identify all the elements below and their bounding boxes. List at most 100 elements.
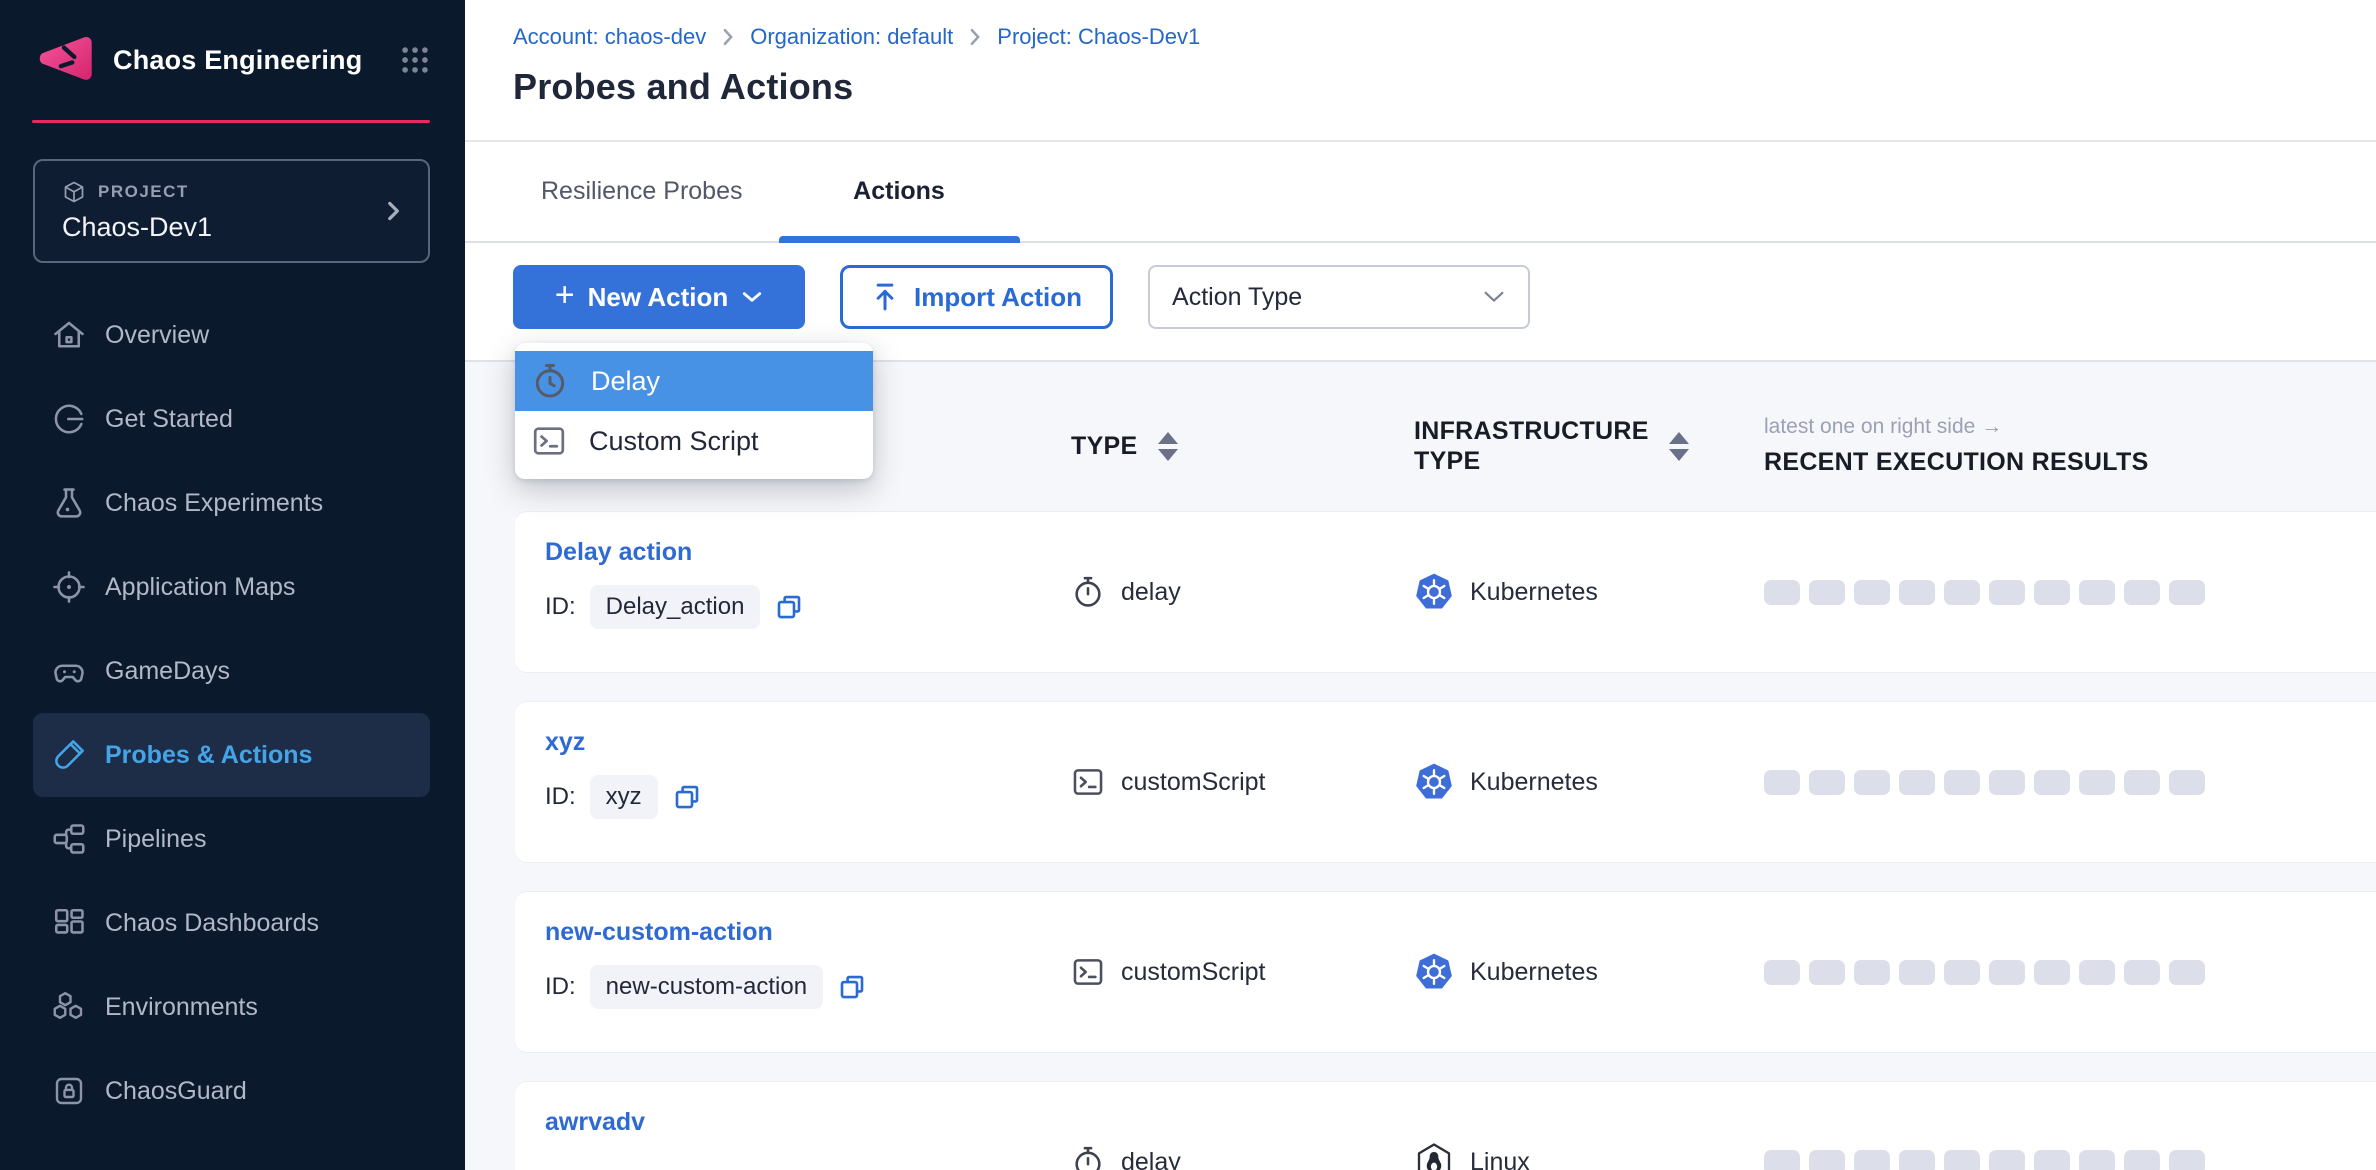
execution-placeholder-pill xyxy=(1764,960,1800,985)
infrastructure-cell: Linux xyxy=(1414,1142,1764,1170)
module-grid-icon[interactable] xyxy=(398,43,432,77)
execution-placeholder-pill xyxy=(2034,580,2070,605)
id-label: ID: xyxy=(545,593,576,621)
tab-actions[interactable]: Actions xyxy=(779,142,1020,241)
breadcrumb-organization[interactable]: Organization: default xyxy=(750,24,953,50)
sidebar-item-get-started[interactable]: Get Started xyxy=(0,377,465,461)
sidebar-item-label: Environments xyxy=(105,993,258,1022)
sidebar-item-label: Pipelines xyxy=(105,825,206,854)
execution-placeholder-pill xyxy=(2169,770,2205,795)
import-action-button[interactable]: Import Action xyxy=(840,265,1113,329)
chaos-engineering-logo-icon xyxy=(36,34,94,86)
action-type-select[interactable]: Action Type xyxy=(1148,265,1530,329)
sidebar-item-overview[interactable]: Overview xyxy=(0,293,465,377)
execution-placeholder-pill xyxy=(1809,770,1845,795)
action-type-cell: delay xyxy=(1071,575,1414,609)
execution-placeholder-pill xyxy=(1944,770,1980,795)
copy-icon[interactable] xyxy=(672,782,702,812)
column-header-infrastructure-type[interactable]: INFRASTRUCTURE TYPE xyxy=(1414,416,1764,476)
project-selector[interactable]: PROJECT Chaos-Dev1 xyxy=(33,159,430,263)
table-body: Delay action ID: Delay_action xyxy=(465,512,2376,1170)
action-type-cell: customScript xyxy=(1071,765,1414,799)
breadcrumb-project[interactable]: Project: Chaos-Dev1 xyxy=(997,24,1200,50)
chevron-right-icon xyxy=(721,27,735,47)
recent-results-cell xyxy=(1764,770,2376,795)
sidebar-item-label: ChaosGuard xyxy=(105,1077,247,1106)
table-row: xyz ID: xyz xyxy=(515,702,2376,862)
execution-placeholder-pill xyxy=(1854,960,1890,985)
execution-placeholder-pill xyxy=(2034,770,2070,795)
execution-placeholders xyxy=(1764,580,2205,605)
execution-placeholder-pill xyxy=(1899,770,1935,795)
sidebar-item-label: Overview xyxy=(105,321,209,350)
execution-placeholder-pill xyxy=(2079,770,2115,795)
stopwatch-icon xyxy=(1071,1145,1105,1170)
terminal-icon xyxy=(1071,955,1105,989)
target-icon xyxy=(50,568,88,606)
execution-placeholder-pill xyxy=(1944,960,1980,985)
lock-icon xyxy=(50,1072,88,1110)
sidebar-item-probes-actions[interactable]: Probes & Actions xyxy=(33,713,430,797)
execution-placeholder-pill xyxy=(2124,1150,2160,1170)
execution-placeholder-pill xyxy=(2169,1150,2205,1170)
sidebar-item-application-maps[interactable]: Application Maps xyxy=(0,545,465,629)
stopwatch-icon xyxy=(1071,575,1105,609)
sort-icon[interactable] xyxy=(1669,432,1689,461)
table-row: new-custom-action ID: new-custom-action xyxy=(515,892,2376,1052)
sidebar-item-pipelines[interactable]: Pipelines xyxy=(0,797,465,881)
execution-placeholder-pill xyxy=(2169,580,2205,605)
action-name-link[interactable]: xyz xyxy=(545,728,585,757)
flask-icon xyxy=(50,484,88,522)
latest-note: latest one on right side → xyxy=(1764,415,2002,439)
breadcrumb-account[interactable]: Account: chaos-dev xyxy=(513,24,706,50)
sidebar-item-label: Application Maps xyxy=(105,573,295,602)
breadcrumb: Account: chaos-dev Organization: default… xyxy=(513,24,2376,50)
terminal-icon xyxy=(1071,765,1105,799)
main-content: Account: chaos-dev Organization: default… xyxy=(465,0,2376,1170)
sidebar-item-chaos-experiments[interactable]: Chaos Experiments xyxy=(0,461,465,545)
hexagons-icon xyxy=(50,988,88,1026)
execution-placeholder-pill xyxy=(1764,580,1800,605)
new-action-menu: Delay Custom Script xyxy=(515,343,873,479)
table-row: Delay action ID: Delay_action xyxy=(515,512,2376,672)
action-name-link[interactable]: Delay action xyxy=(545,538,692,567)
sidebar-item-chaos-dashboards[interactable]: Chaos Dashboards xyxy=(0,881,465,965)
pipeline-icon xyxy=(50,820,88,858)
sidebar-item-gamedays[interactable]: GameDays xyxy=(0,629,465,713)
stopwatch-icon xyxy=(531,362,569,400)
toolbar: + New Action Import Action Action Type xyxy=(465,243,2376,358)
sidebar-item-environments[interactable]: Environments xyxy=(0,965,465,1049)
actions-table: TYPE INFRASTRUCTURE TYPE latest one on r… xyxy=(465,360,2376,1170)
action-name-link[interactable]: awrvadv xyxy=(545,1108,645,1137)
home-icon xyxy=(50,316,88,354)
execution-placeholder-pill xyxy=(1809,1150,1845,1170)
table-row: awrvadv delay xyxy=(515,1082,2376,1170)
execution-placeholder-pill xyxy=(1989,580,2025,605)
execution-placeholder-pill xyxy=(2079,580,2115,605)
column-header-type[interactable]: TYPE xyxy=(1071,432,1414,461)
recent-results-cell xyxy=(1764,960,2376,985)
action-id: Delay_action xyxy=(590,585,761,629)
execution-placeholder-pill xyxy=(1764,770,1800,795)
sidebar-item-chaosguard[interactable]: ChaosGuard xyxy=(0,1049,465,1133)
execution-placeholder-pill xyxy=(1899,960,1935,985)
sidebar-brand-divider xyxy=(32,120,430,123)
plus-icon: + xyxy=(555,276,575,315)
id-label: ID: xyxy=(545,783,576,811)
action-name-link[interactable]: new-custom-action xyxy=(545,918,773,947)
menu-item-delay[interactable]: Delay xyxy=(515,351,873,411)
copy-icon[interactable] xyxy=(774,592,804,622)
sort-icon[interactable] xyxy=(1158,432,1178,461)
kubernetes-icon xyxy=(1414,762,1454,802)
copy-icon[interactable] xyxy=(837,972,867,1002)
execution-placeholder-pill xyxy=(1989,770,2025,795)
infrastructure-cell: Kubernetes xyxy=(1414,952,1764,992)
execution-placeholder-pill xyxy=(1944,580,1980,605)
project-name: Chaos-Dev1 xyxy=(62,212,212,243)
tab-resilience-probes[interactable]: Resilience Probes xyxy=(521,142,763,241)
chevron-down-icon xyxy=(1482,289,1506,305)
new-action-button[interactable]: + New Action xyxy=(513,265,805,329)
menu-item-custom-script[interactable]: Custom Script xyxy=(515,411,873,471)
test-tube-icon xyxy=(50,736,88,774)
action-type-cell: delay xyxy=(1071,1145,1414,1170)
